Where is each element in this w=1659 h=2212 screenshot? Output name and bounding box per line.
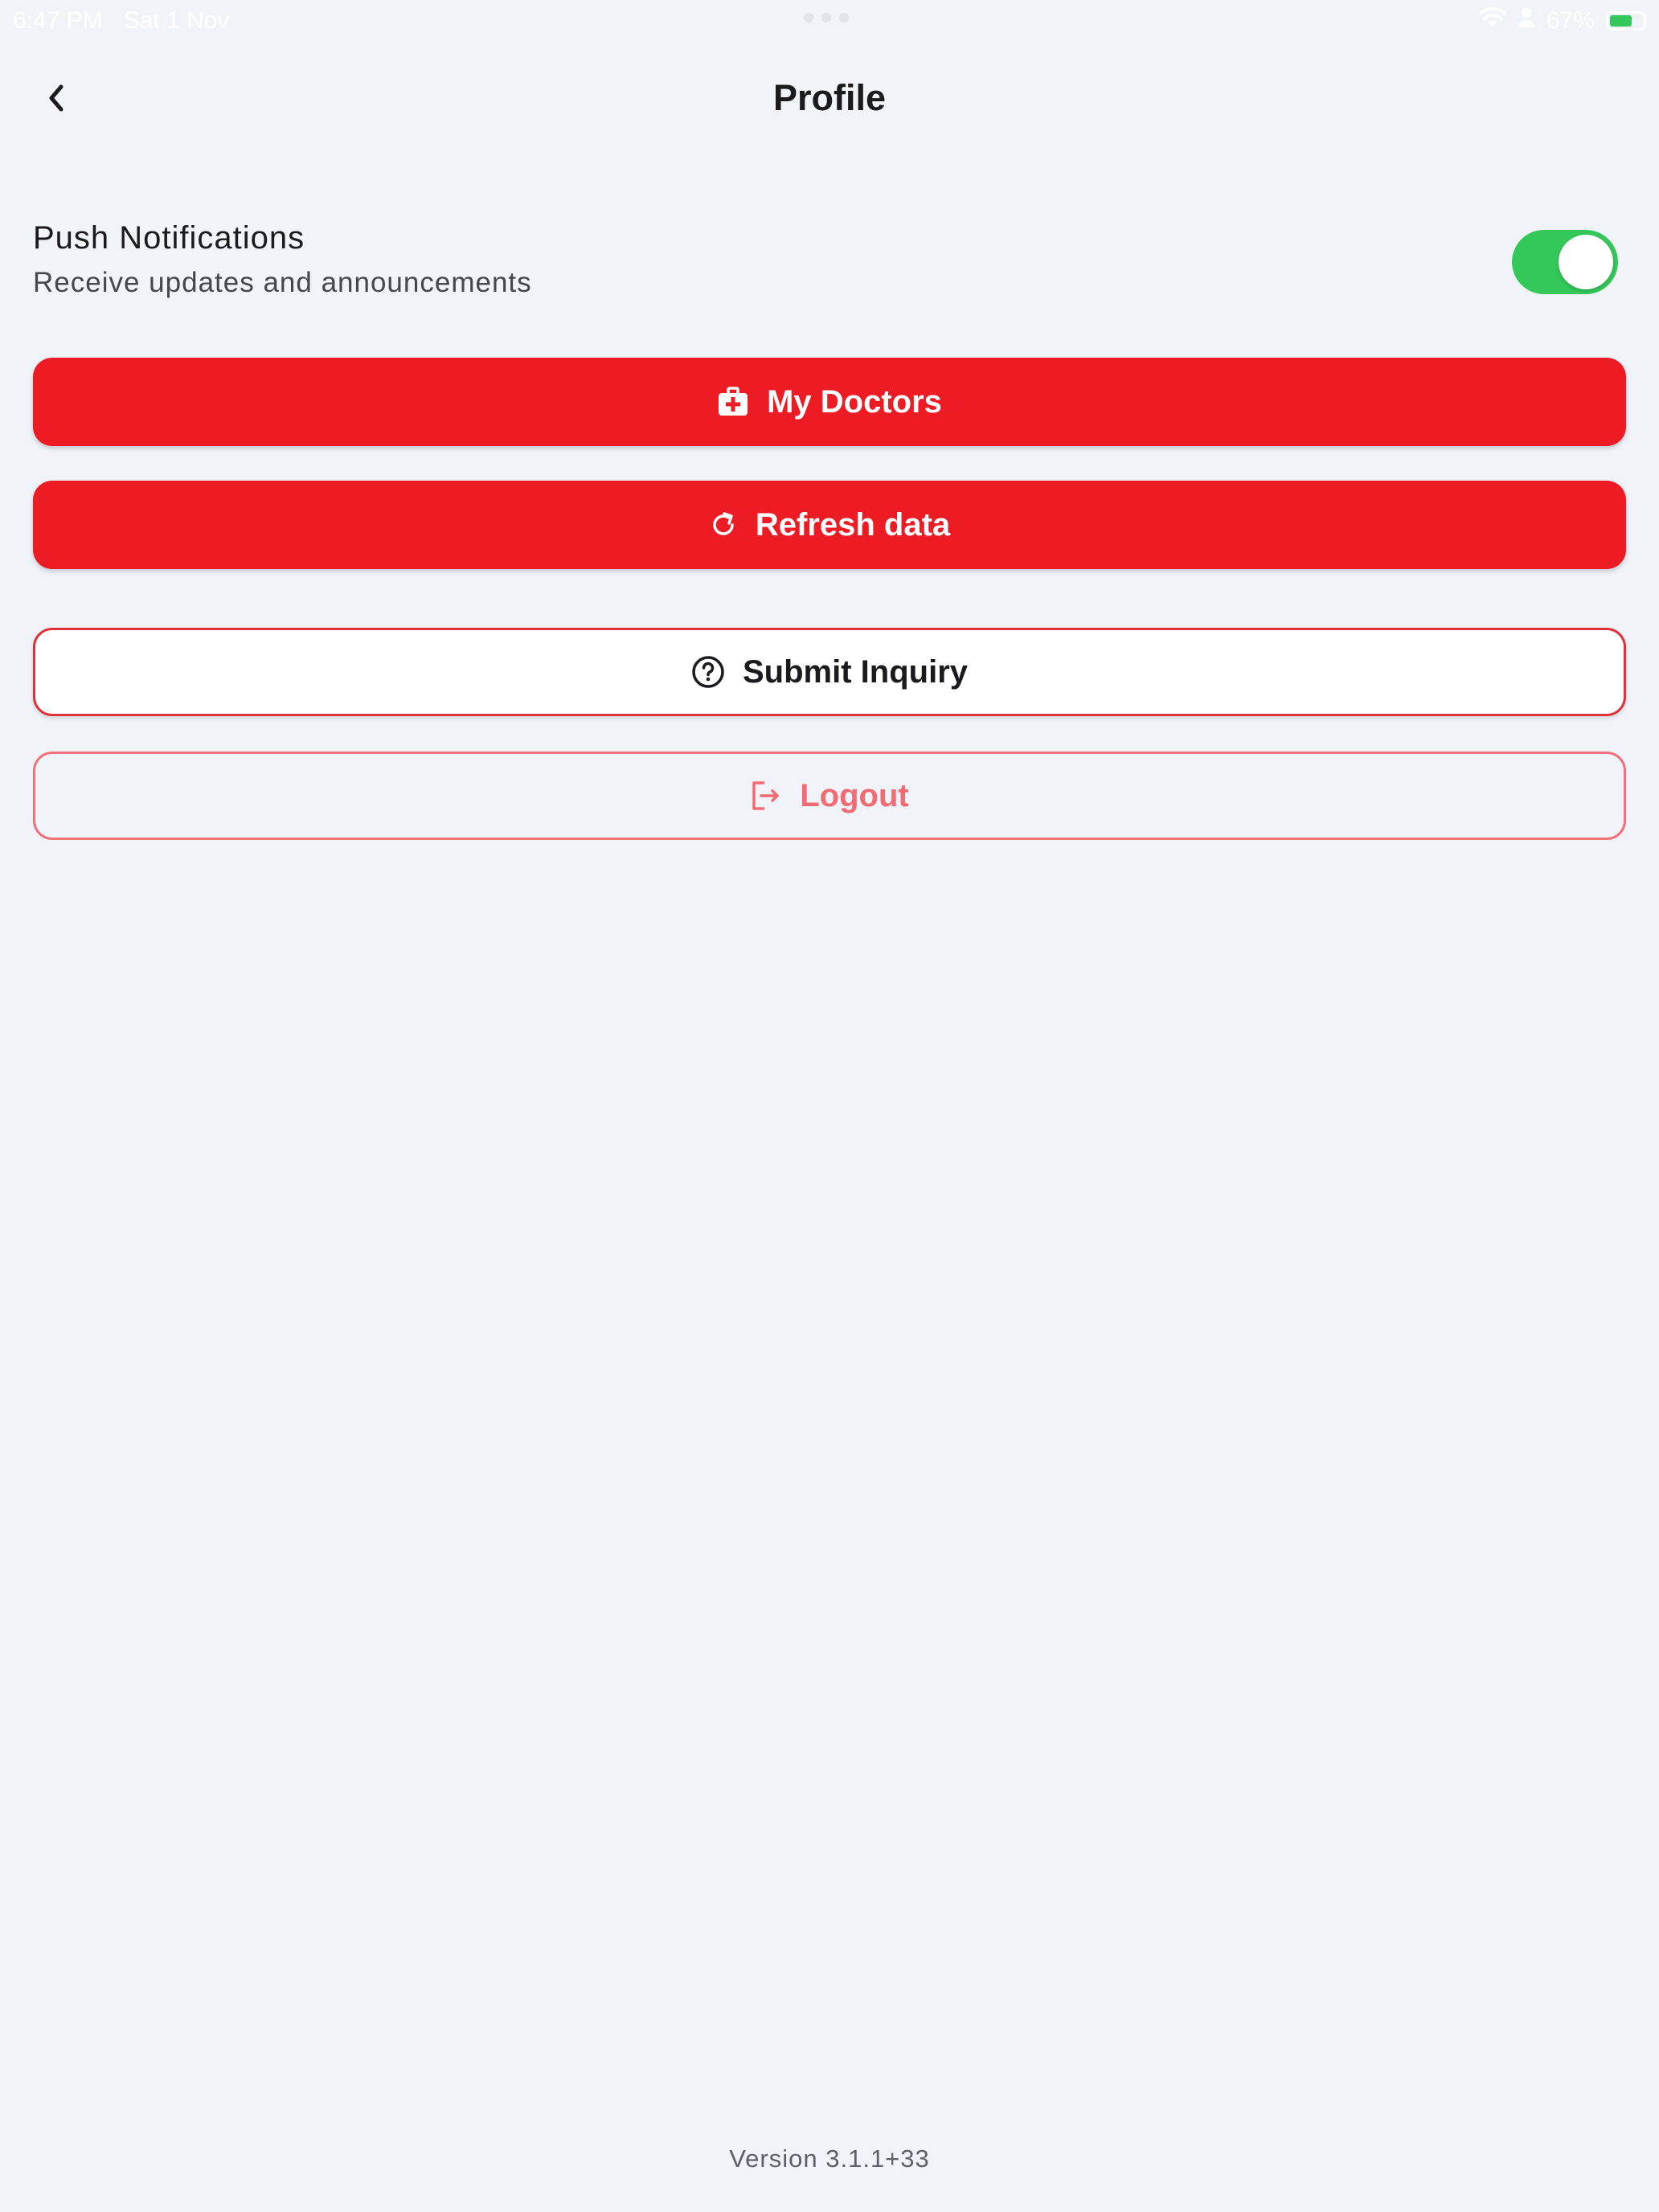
version-text: Version 3.1.1+33 (729, 2144, 930, 2173)
logout-button[interactable]: Logout (33, 752, 1626, 840)
my-doctors-label: My Doctors (767, 383, 942, 420)
push-notifications-title: Push Notifications (33, 220, 305, 256)
logout-label: Logout (800, 777, 909, 813)
person-icon (1518, 7, 1535, 35)
dot (839, 13, 849, 23)
status-time: 6:47 PM (13, 7, 103, 34)
medical-bag-icon (717, 386, 749, 418)
app-header: Profile (0, 56, 1659, 140)
battery-level (1610, 15, 1632, 27)
profile-screen: 6:47 PM Sat 1 Nov 67% Profile Push Notif… (0, 0, 1659, 2212)
dot (804, 13, 813, 23)
page-title: Profile (772, 77, 887, 118)
my-doctors-button[interactable]: My Doctors (33, 358, 1626, 446)
chevron-left-icon (49, 84, 63, 112)
toggle-knob (1559, 235, 1613, 289)
battery-icon (1606, 11, 1646, 31)
status-bar: 6:47 PM Sat 1 Nov 67% (0, 0, 1659, 42)
battery-percent: 67% (1546, 7, 1595, 34)
push-notifications-row: Push Notifications Receive updates and a… (33, 209, 1626, 313)
dot (821, 13, 831, 23)
status-right: 67% (1479, 7, 1646, 35)
status-left: 6:47 PM Sat 1 Nov (13, 7, 229, 35)
push-notifications-toggle[interactable] (1512, 230, 1618, 294)
logout-icon (750, 780, 782, 812)
refresh-data-label: Refresh data (755, 506, 951, 543)
help-circle-icon (691, 655, 725, 689)
submit-inquiry-label: Submit Inquiry (743, 653, 968, 690)
refresh-data-button[interactable]: Refresh data (33, 481, 1626, 569)
push-notifications-subtitle: Receive updates and announcements (33, 267, 532, 298)
refresh-icon (709, 510, 738, 539)
multitasking-dots[interactable] (804, 13, 849, 23)
submit-inquiry-button[interactable]: Submit Inquiry (33, 628, 1626, 716)
back-button[interactable] (32, 74, 80, 122)
status-date: Sat 1 Nov (123, 7, 230, 34)
wifi-icon (1479, 7, 1506, 35)
